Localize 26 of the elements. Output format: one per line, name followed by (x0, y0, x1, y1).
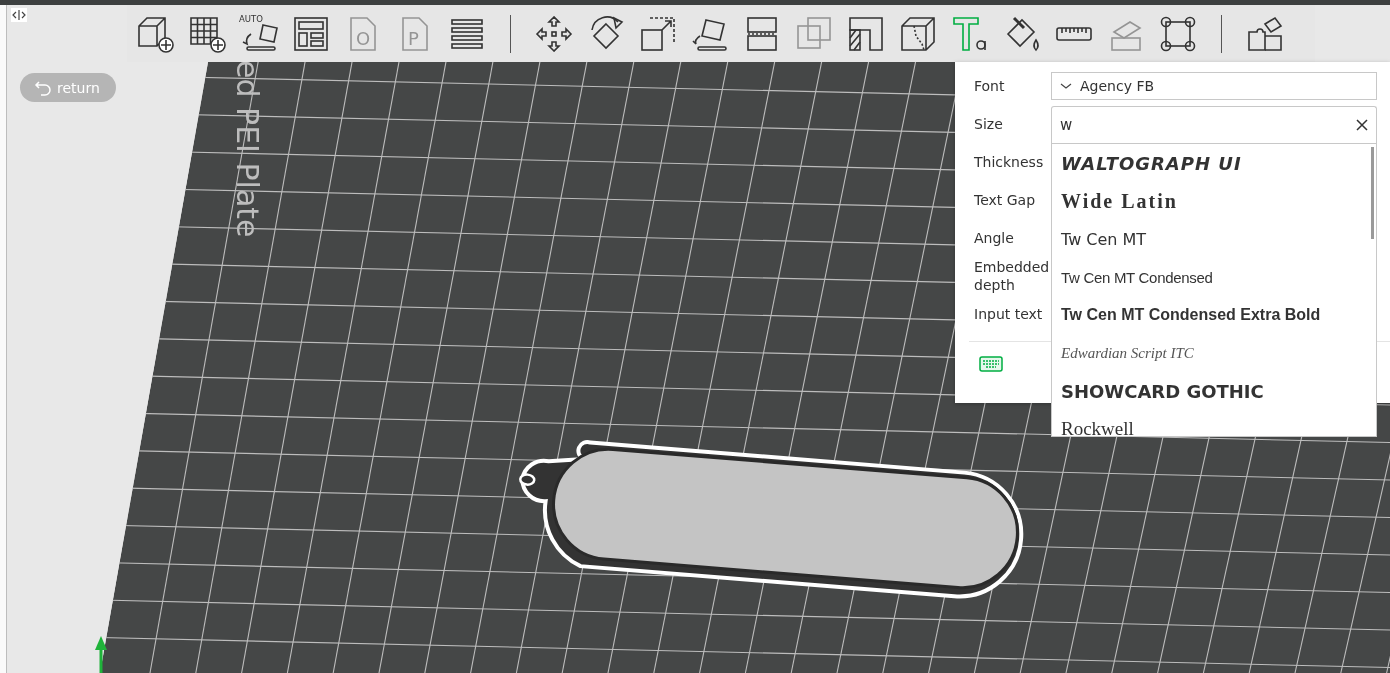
font-option[interactable]: Wide Latin (1052, 182, 1376, 220)
move-arrows-icon[interactable] (534, 13, 574, 54)
chevron-down-icon (1060, 82, 1072, 90)
panel-toggle-icon[interactable] (11, 8, 27, 22)
font-option[interactable]: Tw Cen MT (1052, 220, 1376, 258)
font-option[interactable]: Rockwell (1052, 410, 1376, 436)
font-option[interactable]: Tw Cen MT Condensed Extra Bold (1052, 296, 1376, 334)
close-icon[interactable] (1356, 119, 1368, 131)
field-label: Input text (974, 305, 1044, 323)
font-option[interactable]: SHOWCARD GOTHIC (1052, 372, 1376, 410)
font-search-field[interactable]: w (1051, 106, 1377, 143)
field-label: Size (974, 115, 1004, 133)
field-label: Thickness (974, 153, 1045, 171)
plate-label: ed PEI Plate (230, 60, 265, 238)
field-label: Text Gap (974, 191, 1037, 209)
scrollbar-thumb[interactable] (1371, 147, 1374, 239)
field-label: Embedded depth (974, 258, 1051, 294)
font-option[interactable]: Edwardian Script ITC (1052, 334, 1376, 372)
axis-arrow (95, 636, 107, 673)
font-option[interactable]: Tw Cen MT Condensed (1052, 258, 1376, 296)
field-label: Font (974, 77, 1006, 95)
font-select[interactable]: Agency FB (1051, 72, 1377, 100)
font-value: Agency FB (1080, 78, 1155, 94)
return-icon (34, 78, 52, 97)
font-option[interactable]: WALTOGRAPH UI (1052, 144, 1376, 182)
field-label: Angle (974, 229, 1015, 247)
